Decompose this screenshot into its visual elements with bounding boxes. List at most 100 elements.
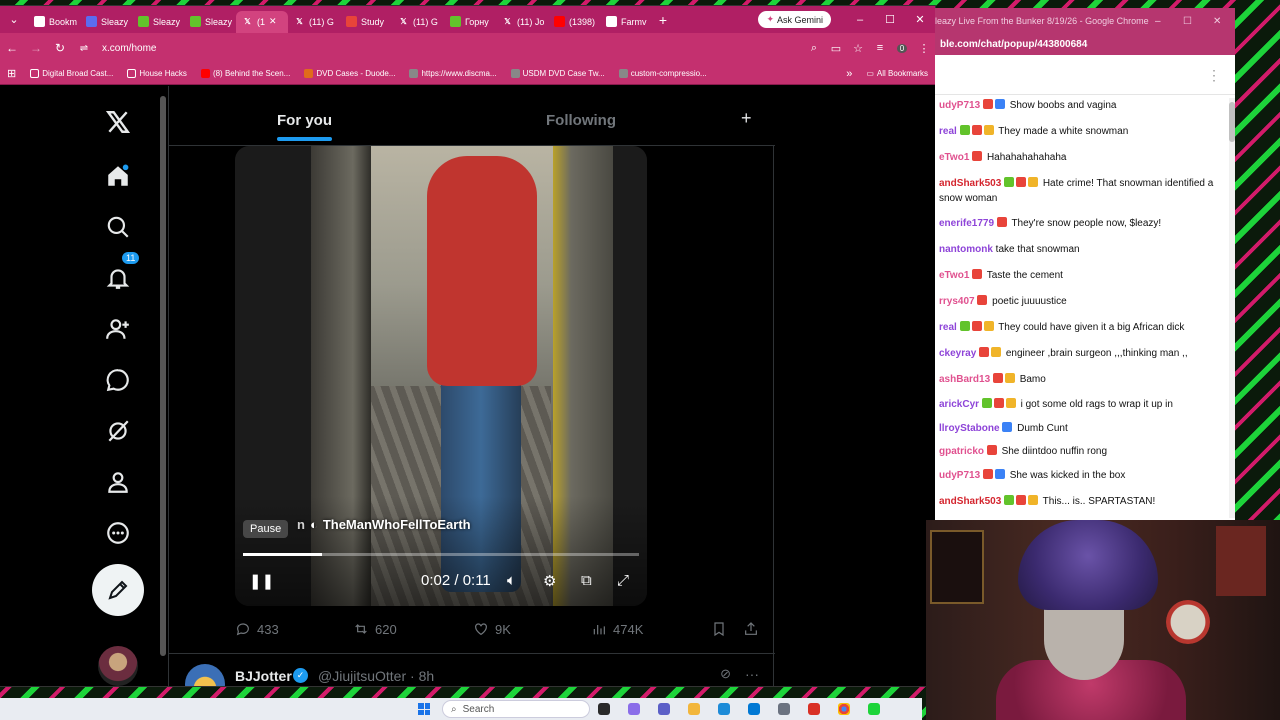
profile-avatar[interactable]: 0 [891,42,913,54]
browser-tab[interactable]: 𝕏 (11) G [288,11,340,33]
bookmark-item[interactable]: USDM DVD Case Tw... [504,69,612,78]
follow-add-person-icon[interactable] [96,307,140,351]
browser-tab[interactable]: 𝕏 (11) G [392,11,444,33]
post-author-name[interactable]: BJJotter [235,668,292,684]
browser-tab[interactable]: Study [340,11,392,33]
fullscreen-icon[interactable]: ⤢ [617,572,629,589]
more-circle-icon[interactable] [96,511,140,555]
bookmark-star-icon[interactable]: ☆ [847,42,869,55]
teams-icon[interactable] [658,703,670,715]
chat-username[interactable]: nantomonk [939,244,993,255]
share-button[interactable] [743,621,759,637]
chat-username[interactable]: eTwo1 [939,152,969,163]
tab-search-chevron-icon[interactable]: ⌄ [0,13,28,26]
chat-menu-dots-icon[interactable]: ⋮ [1207,67,1221,84]
app-red-icon[interactable] [808,703,820,715]
chat-username[interactable]: rrys407 [939,296,975,307]
chat-username[interactable]: real [939,126,957,137]
close-window-icon[interactable]: ✕ [905,13,935,26]
picture-in-picture-icon[interactable]: ⧉ [581,572,592,589]
chat-username[interactable]: udyP713 [939,100,980,111]
browser-tab[interactable]: Bookm [28,11,80,33]
chat-username[interactable]: andShark503 [939,496,1001,507]
repost-button[interactable]: 620 [353,621,397,637]
x-logo-icon[interactable] [96,100,140,144]
bookmark-item[interactable]: House Hacks [120,69,194,78]
video-progress-bar[interactable] [243,553,639,556]
browser-tab[interactable]: Farmv [600,11,652,33]
task-view-icon[interactable] [598,703,610,715]
browser-tab[interactable]: (1398) [548,11,600,33]
tab-following[interactable]: Following [546,112,616,129]
pause-icon[interactable]: ❚❚ [249,572,274,590]
browser-tab[interactable]: 𝕏 (1 ✕ [236,10,288,33]
minimize-icon[interactable]: – [1155,8,1161,35]
edge-icon[interactable] [718,703,730,715]
bookmark-item[interactable]: DVD Cases - Duode... [297,69,402,78]
next-post[interactable]: BJJotter ✓ @JiujitsuOtter · 8h ⊘ ··· [169,653,775,686]
maximize-icon[interactable]: ☐ [875,13,905,26]
bookmark-item[interactable]: custom-compressio... [612,69,714,78]
messages-bubble-icon[interactable] [96,358,140,402]
chat-username[interactable]: arickCyr [939,399,979,410]
chrome-icon[interactable] [838,703,850,715]
extensions-icon[interactable]: ≡ [869,42,891,54]
chat-username[interactable]: enerife1779 [939,218,994,229]
ask-gemini-button[interactable]: ✦ Ask Gemini [758,11,831,28]
chat-username[interactable]: llroyStabone [939,423,1000,434]
url-field[interactable]: x.com/home [102,43,803,54]
grok-icon[interactable] [96,409,140,453]
video-player[interactable]: n ◐ TheManWhoFellToEarth Pause ❚❚ 0:02 /… [235,146,647,606]
taskbar-search[interactable]: ⌕ Search [442,700,590,718]
file-explorer-icon[interactable] [688,703,700,715]
grok-icon[interactable]: ⊘ [720,666,731,682]
account-avatar[interactable] [98,646,138,686]
close-tab-icon[interactable]: ✕ [269,16,277,27]
more-dots-icon[interactable]: ··· [745,666,759,682]
views-button[interactable]: 474K [591,621,643,637]
bookmark-button[interactable] [711,621,727,637]
bookmark-item[interactable]: Digital Broad Cast... [23,69,120,78]
like-button[interactable]: 9K [473,621,511,637]
chat-scrollbar[interactable] [1229,98,1235,518]
post-compose-button[interactable] [92,564,144,616]
home-icon[interactable] [96,154,140,198]
chat-username[interactable]: udyP713 [939,470,980,481]
all-bookmarks[interactable]: ▭ All Bookmarks [859,69,935,78]
settings-gear-icon[interactable]: ⚙ [543,572,556,590]
maximize-icon[interactable]: ☐ [1183,8,1192,35]
add-feed-plus-icon[interactable]: + [741,108,752,129]
volume-icon[interactable]: 🔈︎ [507,572,516,589]
minimize-icon[interactable]: – [845,14,875,26]
kebab-menu-icon[interactable]: ⋮ [913,42,935,55]
chat-username[interactable]: real [939,322,957,333]
bookmark-item[interactable]: (8) Behind the Scen... [194,69,297,78]
chat-username[interactable]: eTwo1 [939,270,969,281]
browser-tab[interactable]: Sleazy [80,11,132,33]
bookmark-item[interactable]: https://www.discma... [402,69,503,78]
apps-grid-icon[interactable]: ⊞ [0,67,23,80]
chat-username[interactable]: ckeyray [939,348,976,359]
obs-app-icon[interactable] [868,703,880,715]
browser-tab[interactable]: 𝕏 (11) Jo [496,11,548,33]
tab-for-you[interactable]: For you [277,112,332,141]
avatar[interactable] [185,664,225,686]
copilot-icon[interactable] [628,703,640,715]
chat-url-field[interactable]: ble.com/chat/popup/443800684 [935,35,1235,55]
back-arrow-icon[interactable]: ← [0,41,24,55]
zoom-icon[interactable]: ⌕ [803,42,825,55]
browser-tab[interactable]: Sleazy [132,11,184,33]
close-window-icon[interactable]: ✕ [1213,8,1221,35]
app-icon[interactable] [778,703,790,715]
windows-start-icon[interactable] [418,703,430,715]
chat-username[interactable]: ashBard13 [939,374,990,385]
store-icon[interactable] [748,703,760,715]
new-tab-plus-icon[interactable]: + [652,12,674,28]
browser-tab[interactable]: Горну [444,11,496,33]
profile-person-icon[interactable] [96,460,140,504]
more-bookmarks-icon[interactable]: » [839,68,859,80]
cast-icon[interactable]: ▭ [825,42,847,55]
chat-username[interactable]: gpatricko [939,446,984,457]
chat-username[interactable]: andShark503 [939,178,1001,189]
search-icon[interactable] [96,205,140,249]
